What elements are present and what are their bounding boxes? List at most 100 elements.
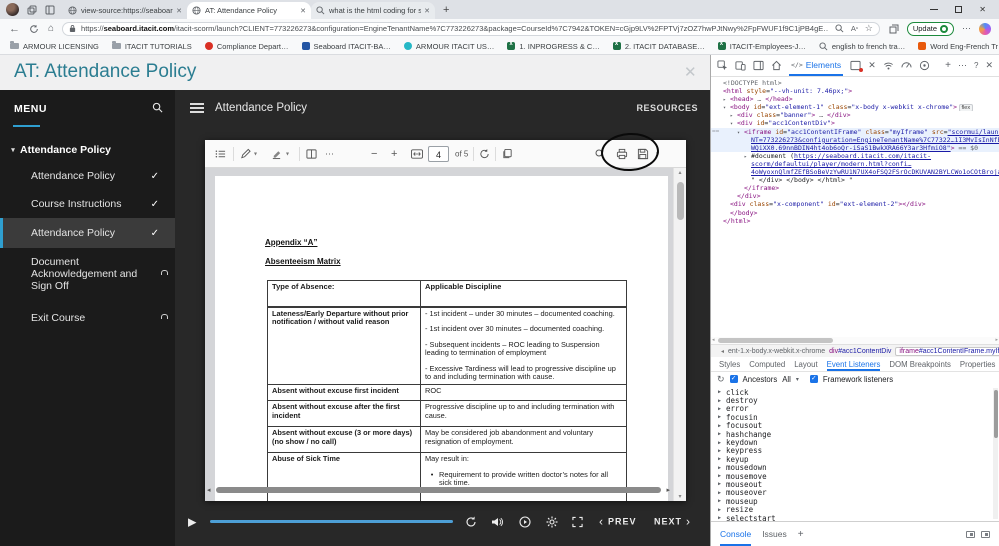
sidebar-section[interactable]: ▾ Attendance Policy: [0, 138, 175, 162]
pdf-vertical-scrollbar[interactable]: ▴ ▾: [673, 168, 686, 501]
bookmark-item[interactable]: ARMOUR ITACIT US…: [404, 42, 494, 51]
workspaces-icon[interactable]: [27, 5, 37, 15]
events-scrollbar[interactable]: [993, 388, 998, 519]
devtools-home-icon[interactable]: [771, 60, 782, 71]
collections-icon[interactable]: [889, 24, 899, 34]
bookmark-item[interactable]: english to french tra…: [819, 42, 905, 51]
browser-tab[interactable]: what is the html coding for save …✕: [311, 2, 435, 19]
network-icon[interactable]: [883, 60, 894, 71]
tab-elements[interactable]: </> Elements: [789, 55, 843, 76]
devtools-menu-icon[interactable]: ⋯: [958, 60, 967, 71]
dom-tree-line[interactable]: </html>: [711, 217, 999, 225]
sidebar-item[interactable]: Course Instructions✓: [0, 190, 175, 218]
tab-close-icon[interactable]: ✕: [300, 7, 306, 15]
bookmark-item[interactable]: ITACIT-Employees-J…: [718, 42, 806, 51]
copilot-icon[interactable]: [979, 23, 991, 35]
expand-arrow-icon[interactable]: ▶: [718, 473, 726, 479]
zoom-in-icon[interactable]: +: [391, 148, 397, 160]
progress-bar[interactable]: [210, 520, 453, 523]
scroll-left-icon[interactable]: ◂: [712, 337, 715, 343]
pdf-horizontal-scrollbar[interactable]: ◂ ▸: [207, 486, 670, 494]
event-listener-row[interactable]: ▶mouseover: [718, 489, 999, 497]
volume-icon[interactable]: [491, 516, 503, 528]
sidebar-item[interactable]: Exit Course: [0, 300, 175, 336]
device-toolbar-icon[interactable]: [735, 60, 746, 71]
dom-tree[interactable]: <!DOCTYPE html> <html style="--vh-unit: …: [711, 77, 999, 337]
tab-layout[interactable]: Layout: [794, 357, 817, 371]
event-listener-row[interactable]: ▶keypress: [718, 447, 999, 455]
scrollbar-thumb[interactable]: [994, 390, 998, 438]
new-tab-button[interactable]: +: [443, 4, 449, 16]
scroll-right-icon[interactable]: ▸: [995, 337, 998, 343]
expand-arrow-icon[interactable]: ▾: [730, 120, 737, 127]
expand-arrow-icon[interactable]: ▶: [718, 498, 726, 504]
dom-tree-line[interactable]: ▸<div class="banner"> … </div>: [711, 111, 999, 119]
maximize-icon[interactable]: [955, 6, 962, 13]
update-button[interactable]: Update: [907, 22, 954, 36]
expand-arrow-icon[interactable]: ▶: [718, 440, 726, 446]
dock-side-icon[interactable]: [753, 60, 764, 71]
home-icon[interactable]: ⌂: [48, 23, 54, 34]
dom-tree-line[interactable]: </div>: [711, 192, 999, 200]
search-icon[interactable]: [152, 102, 163, 113]
expand-arrow-icon[interactable]: ▶: [718, 465, 726, 471]
ancestors-checkbox[interactable]: ✓: [730, 375, 738, 383]
refresh-listeners-icon[interactable]: ↻: [717, 375, 725, 384]
dom-tree-line[interactable]: ▸<head> … </head>: [711, 95, 999, 103]
toc-icon[interactable]: [215, 149, 226, 159]
scope-dropdown[interactable]: All: [782, 375, 791, 384]
expand-arrow-icon[interactable]: ▸: [744, 153, 751, 160]
fullscreen-icon[interactable]: [572, 516, 583, 527]
hamburger-icon[interactable]: [190, 103, 204, 113]
expand-arrow-icon[interactable]: ▶: [718, 481, 726, 487]
tab-event-listeners[interactable]: Event Listeners: [827, 357, 881, 371]
close-icon[interactable]: ✕: [684, 63, 697, 81]
scrollbar-thumb[interactable]: [216, 487, 661, 493]
target-icon[interactable]: [919, 60, 930, 71]
dom-tree-line[interactable]: WQiXX0.69nnBDIN4ht4ob6oQr-iSaS1BwkXRA66Y…: [711, 144, 999, 152]
dom-horizontal-scrollbar[interactable]: ◂ ▸: [711, 337, 999, 344]
replay-icon[interactable]: [465, 516, 477, 528]
bookmark-item[interactable]: Word Eng-French Tr…: [918, 42, 999, 51]
expand-arrow-icon[interactable]: ▶: [718, 398, 726, 404]
bookmark-item[interactable]: Seaboard ITACIT-BA…: [302, 42, 391, 51]
event-listener-row[interactable]: ▶selectstart: [718, 514, 999, 521]
drawer-add-icon[interactable]: +: [798, 529, 804, 540]
framework-listeners-checkbox[interactable]: ✓: [810, 375, 818, 383]
dom-tree-line[interactable]: ▾<div id="acc1ContentDiv">: [711, 119, 999, 127]
dom-tree-line[interactable]: ▾<body id="ext-element-1" class="x-body …: [711, 103, 999, 111]
dom-tree-line[interactable]: NT=773226273&configuration=EngineTenantN…: [711, 136, 999, 144]
scrollbar-thumb[interactable]: [677, 182, 684, 220]
pages-icon[interactable]: [502, 148, 513, 159]
zoom-icon[interactable]: [835, 24, 844, 33]
highlight-icon[interactable]: [271, 148, 282, 159]
crumbs-scroll-left-icon[interactable]: ◂: [721, 348, 724, 355]
dom-tree-line[interactable]: scorm/defaultui/player/modern.html?confi…: [711, 160, 999, 168]
settings-gear-icon[interactable]: [546, 516, 558, 528]
tab-issues[interactable]: Issues: [762, 522, 787, 546]
browser-menu-icon[interactable]: ⋯: [962, 23, 971, 34]
sidebar-item[interactable]: Document Acknowledgement and Sign Off: [0, 248, 175, 300]
more-tabs-icon[interactable]: +: [945, 60, 951, 71]
expand-arrow-icon[interactable]: ▶: [718, 448, 726, 454]
draw-icon[interactable]: [240, 148, 251, 159]
browser-tab[interactable]: AT: Attendance Policy✕: [187, 2, 311, 19]
help-icon[interactable]: ?: [974, 61, 978, 70]
address-bar[interactable]: https://seaboard.itacit.com/itacit-scorm…: [62, 22, 880, 36]
tab-close-icon[interactable]: ✕: [424, 7, 430, 15]
window-close-icon[interactable]: ✕: [979, 6, 986, 14]
dom-tree-line[interactable]: </body>: [711, 209, 999, 217]
more-tools-icon[interactable]: ⋯: [325, 148, 335, 159]
event-listener-row[interactable]: ▶error: [718, 405, 999, 413]
minimize-icon[interactable]: [930, 9, 938, 10]
dock-drawer-icon[interactable]: [966, 531, 975, 538]
expand-arrow-icon[interactable]: ▶: [718, 389, 726, 395]
bookmark-item[interactable]: 2. ITACIT DATABASE…: [613, 42, 705, 51]
dom-tree-line[interactable]: 4oWyoxnQlmfZEfBSoBeVzYwRU1N7UX4oFSQ2FSrO…: [711, 168, 999, 176]
event-listener-row[interactable]: ▶destroy: [718, 396, 999, 404]
scroll-right-icon[interactable]: ▸: [666, 486, 670, 494]
scroll-left-icon[interactable]: ◂: [207, 486, 211, 494]
fit-width-icon[interactable]: [411, 149, 423, 159]
breadcrumb-item[interactable]: ent-1.x-body.x-webkit.x-chrome: [728, 348, 825, 355]
expand-drawer-icon[interactable]: [981, 531, 990, 538]
